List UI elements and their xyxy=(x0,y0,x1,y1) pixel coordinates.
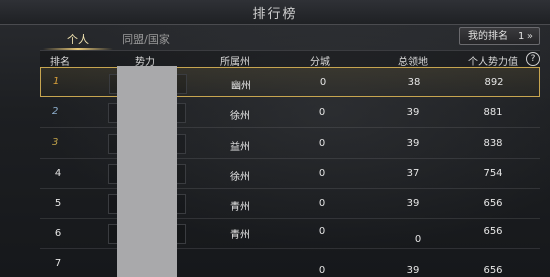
state-cell: 幽州 xyxy=(231,81,251,92)
column-header-power: 个人势力值 xyxy=(468,57,518,68)
territory-cell: 39 xyxy=(406,198,420,209)
rank-cell: 7 xyxy=(54,258,62,269)
my-rank-button[interactable]: 我的排名 1 » xyxy=(459,27,540,45)
table-row[interactable]: 3 益州 0 39 838 xyxy=(40,128,540,159)
leaderboard-window: 排行榜 个人 同盟/国家 我的排名 1 » 排名 势力 所属州 分城 总领地 个人… xyxy=(0,0,550,277)
my-rank-label: 我的排名 xyxy=(468,31,508,42)
rank-medal-icon: 3 xyxy=(52,137,59,148)
state-cell: 青州 xyxy=(230,230,250,241)
power-cell: 754 xyxy=(483,168,503,179)
rank-cell: 4 xyxy=(54,168,62,179)
column-header-state: 所属州 xyxy=(220,57,250,68)
branch-cell: 0 xyxy=(319,77,327,88)
tab-personal[interactable]: 个人 xyxy=(48,31,108,49)
power-cell: 881 xyxy=(483,107,503,118)
table-row[interactable]: 5 青州 0 39 656 xyxy=(40,188,540,219)
rank-medal-icon: 1 xyxy=(53,76,60,87)
double-chevron-right-icon: » xyxy=(526,31,533,42)
my-rank-value: 1 xyxy=(518,31,525,42)
state-cell: 益州 xyxy=(230,142,250,153)
territory-cell: 39 xyxy=(406,265,420,276)
column-header-territory: 总领地 xyxy=(398,57,428,68)
state-cell: 青州 xyxy=(230,202,250,213)
rank-cell: 5 xyxy=(54,198,62,209)
power-cell: 656 xyxy=(483,198,503,209)
table-row[interactable]: 1 幽州 0 38 892 xyxy=(40,67,540,97)
column-header-branch: 分城 xyxy=(310,57,330,68)
power-cell: 656 xyxy=(483,265,503,276)
table-row[interactable]: 6 青州 0 0 656 xyxy=(40,218,540,249)
branch-cell: 0 xyxy=(318,168,326,179)
state-cell: 徐州 xyxy=(230,111,250,122)
branch-cell: 0 xyxy=(318,265,326,276)
window-title: 排行榜 xyxy=(252,7,298,22)
table-row[interactable]: 4 徐州 0 37 754 xyxy=(40,158,540,189)
branch-cell: 0 xyxy=(318,138,326,149)
rank-cell: 6 xyxy=(54,228,62,239)
power-cell: 838 xyxy=(483,138,503,149)
rank-medal-icon: 2 xyxy=(52,106,59,117)
branch-cell: 0 xyxy=(318,226,326,237)
column-header-rank: 排名 xyxy=(50,57,70,68)
table-row[interactable]: 2 徐州 0 39 881 xyxy=(40,97,540,128)
territory-cell: 39 xyxy=(406,107,420,118)
power-cell: 892 xyxy=(484,77,504,88)
branch-cell: 0 xyxy=(318,107,326,118)
territory-cell: 39 xyxy=(406,138,420,149)
territory-cell: 37 xyxy=(406,168,420,179)
state-cell: 徐州 xyxy=(230,172,250,183)
redaction-bar xyxy=(117,66,177,277)
territory-cell: 0 xyxy=(414,234,422,245)
table-row[interactable]: 7 0 39 656 xyxy=(40,248,540,277)
branch-cell: 0 xyxy=(318,198,326,209)
territory-cell: 38 xyxy=(407,77,421,88)
help-icon[interactable]: ? xyxy=(526,52,540,66)
tab-alliance-nation[interactable]: 同盟/国家 xyxy=(112,31,180,49)
power-cell: 656 xyxy=(483,226,503,237)
title-bar: 排行榜 xyxy=(0,0,550,25)
